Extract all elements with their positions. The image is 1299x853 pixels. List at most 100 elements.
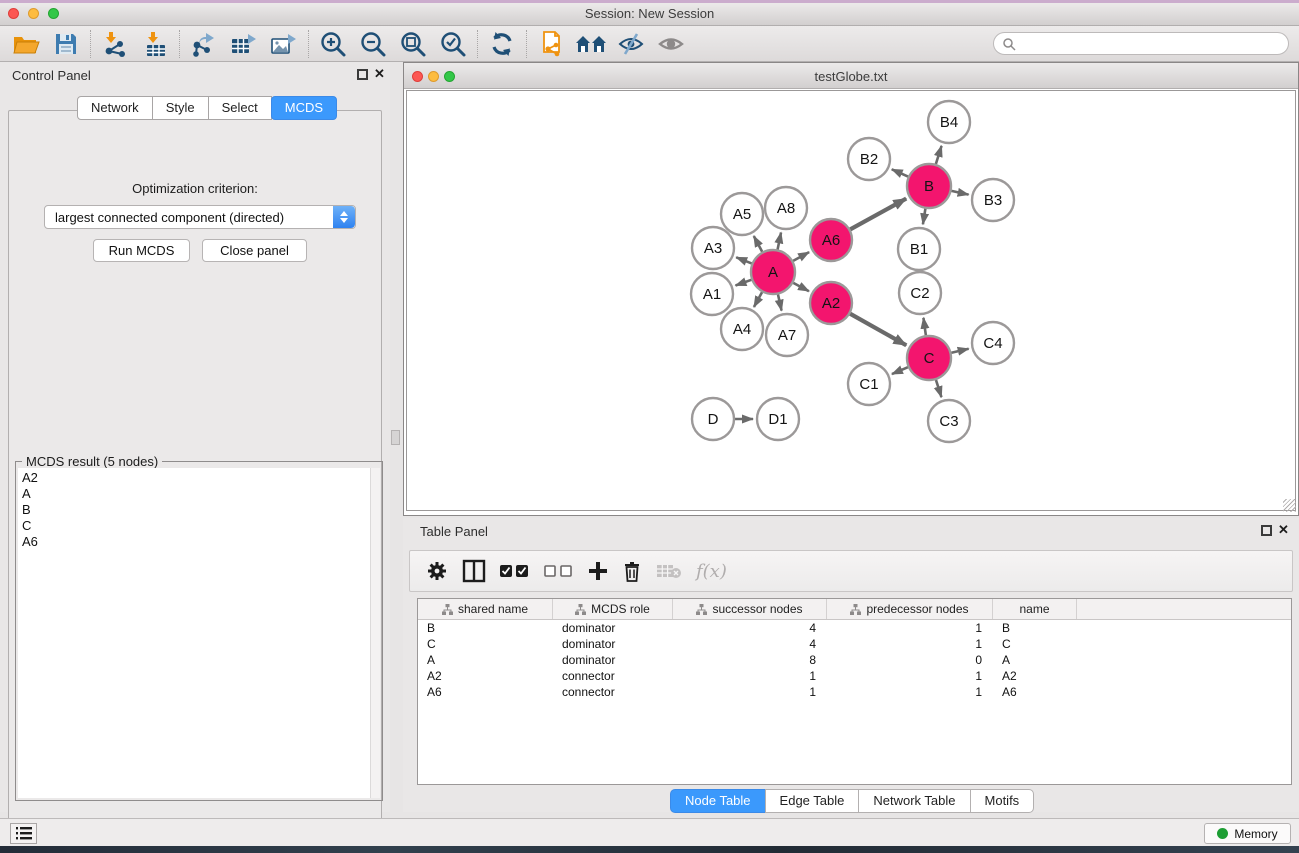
import-network-icon[interactable]: [95, 28, 135, 60]
table-row[interactable]: Bdominator41B: [418, 620, 1291, 636]
memory-button[interactable]: Memory: [1204, 823, 1291, 844]
edge-A-A7[interactable]: [778, 294, 782, 310]
edge-B-B2[interactable]: [892, 169, 908, 176]
column-header-predecessor-nodes[interactable]: predecessor nodes: [827, 599, 993, 619]
main-toolbar: [0, 26, 1299, 62]
add-column-icon[interactable]: [588, 561, 608, 581]
column-label: MCDS role: [591, 602, 650, 616]
import-table-icon[interactable]: [135, 28, 175, 60]
table-panel: Table Panel ✕ f(x) shared nameMCDS roles…: [403, 518, 1299, 812]
column-layout-icon[interactable]: [462, 559, 486, 583]
edge-A-A6[interactable]: [793, 252, 809, 261]
export-table-icon[interactable]: [224, 28, 264, 60]
tab-style[interactable]: Style: [152, 96, 209, 120]
select-all-icon[interactable]: [500, 564, 530, 578]
zoom-fit-icon[interactable]: [393, 28, 433, 60]
float-table-panel-icon[interactable]: [1261, 525, 1272, 536]
deselect-all-icon[interactable]: [544, 564, 574, 578]
zoom-out-icon[interactable]: [353, 28, 393, 60]
node-label-A3: A3: [704, 240, 722, 257]
result-scrollbar[interactable]: [370, 468, 380, 798]
result-item[interactable]: B: [22, 502, 370, 518]
table-tabs: Node TableEdge TableNetwork TableMotifs: [671, 789, 1034, 813]
tab-select[interactable]: Select: [208, 96, 272, 120]
search-input[interactable]: [1016, 33, 1288, 54]
splitter-handle[interactable]: [391, 430, 400, 445]
tab-mcds[interactable]: MCDS: [271, 96, 337, 120]
node-label-A8: A8: [777, 200, 795, 217]
column-header-MCDS-role[interactable]: MCDS role: [553, 599, 673, 619]
cell-successor-nodes: 1: [673, 684, 827, 700]
close-panel-icon[interactable]: ✕: [374, 66, 385, 82]
hide-graphics-icon[interactable]: [611, 28, 651, 60]
edge-C-C3[interactable]: [936, 380, 941, 397]
table-row[interactable]: Cdominator41C: [418, 636, 1291, 652]
edge-A-A3[interactable]: [736, 257, 751, 263]
column-header-successor-nodes[interactable]: successor nodes: [673, 599, 827, 619]
cell-successor-nodes: 4: [673, 636, 827, 652]
result-item[interactable]: C: [22, 518, 370, 534]
network-graph[interactable]: B4B2BB3A5A8A6B1A3AA1C2A2A4A7CC4C1C3DD1: [407, 91, 1295, 510]
home-icon[interactable]: [571, 28, 611, 60]
edge-B-B4[interactable]: [936, 146, 942, 164]
column-header-shared-name[interactable]: shared name: [418, 599, 553, 619]
network-title: testGlobe.txt: [404, 69, 1298, 84]
node-label-A4: A4: [733, 321, 751, 338]
zoom-in-icon[interactable]: [313, 28, 353, 60]
result-item[interactable]: A6: [22, 534, 370, 550]
cell-predecessor-nodes: 1: [827, 620, 993, 636]
close-table-panel-icon[interactable]: ✕: [1278, 522, 1289, 538]
result-item[interactable]: A: [22, 486, 370, 502]
float-panel-icon[interactable]: [357, 69, 368, 80]
task-history-button[interactable]: [10, 823, 37, 844]
table-row[interactable]: A2connector11A2: [418, 668, 1291, 684]
edge-C-C4[interactable]: [951, 349, 968, 353]
show-graphics-icon[interactable]: [651, 28, 691, 60]
edge-A2-C[interactable]: [850, 314, 906, 346]
mcds-result-list[interactable]: A2ABCA6: [18, 468, 370, 798]
open-session-icon[interactable]: [6, 28, 46, 60]
node-label-A6: A6: [822, 232, 840, 249]
edge-C-C2[interactable]: [923, 318, 925, 335]
close-panel-button[interactable]: Close panel: [202, 239, 307, 262]
column-header-name[interactable]: name: [993, 599, 1077, 619]
edge-A6-B[interactable]: [850, 199, 906, 230]
mcds-result-box: MCDS result (5 nodes) A2ABCA6: [15, 461, 383, 801]
edge-C-C1[interactable]: [892, 367, 908, 374]
network-canvas[interactable]: B4B2BB3A5A8A6B1A3AA1C2A2A4A7CC4C1C3DD1: [406, 90, 1296, 511]
network-from-file-icon[interactable]: [531, 28, 571, 60]
tab-node-table[interactable]: Node Table: [670, 789, 766, 813]
table-row[interactable]: A6connector11A6: [418, 684, 1291, 700]
tab-network[interactable]: Network: [77, 96, 153, 120]
edge-A-A4[interactable]: [754, 292, 762, 307]
edge-A-A1[interactable]: [736, 280, 752, 286]
tab-motifs[interactable]: Motifs: [970, 789, 1035, 813]
table-panel-header: Table Panel ✕: [403, 518, 1299, 544]
edge-B-B3[interactable]: [951, 191, 968, 195]
column-label: predecessor nodes: [866, 602, 968, 616]
result-item[interactable]: A2: [22, 470, 370, 486]
optimization-dropdown[interactable]: largest connected component (directed): [44, 205, 356, 229]
node-label-C2: C2: [910, 285, 929, 302]
export-network-icon[interactable]: [184, 28, 224, 60]
node-table[interactable]: shared name MCDS role successor nodes prede…: [417, 598, 1292, 785]
settings-gear-icon[interactable]: [426, 560, 448, 582]
function-builder-icon: f(x): [696, 561, 727, 582]
mcds-panel: Optimization criterion: largest connecte…: [8, 110, 382, 852]
edge-B-B1[interactable]: [923, 209, 925, 225]
edge-A-A5[interactable]: [754, 236, 762, 252]
refresh-icon[interactable]: [482, 28, 522, 60]
zoom-selected-icon[interactable]: [433, 28, 473, 60]
edge-A-A2[interactable]: [793, 283, 809, 291]
node-label-C: C: [924, 350, 935, 367]
tab-edge-table[interactable]: Edge Table: [765, 789, 860, 813]
save-session-icon[interactable]: [46, 28, 86, 60]
export-image-icon[interactable]: [264, 28, 304, 60]
search-field[interactable]: [993, 32, 1289, 55]
tab-network-table[interactable]: Network Table: [858, 789, 970, 813]
resize-grip-icon[interactable]: [1283, 499, 1296, 512]
table-row[interactable]: Adominator80A: [418, 652, 1291, 668]
edge-A-A8[interactable]: [778, 232, 781, 249]
run-mcds-button[interactable]: Run MCDS: [93, 239, 190, 262]
delete-column-icon[interactable]: [622, 560, 642, 582]
